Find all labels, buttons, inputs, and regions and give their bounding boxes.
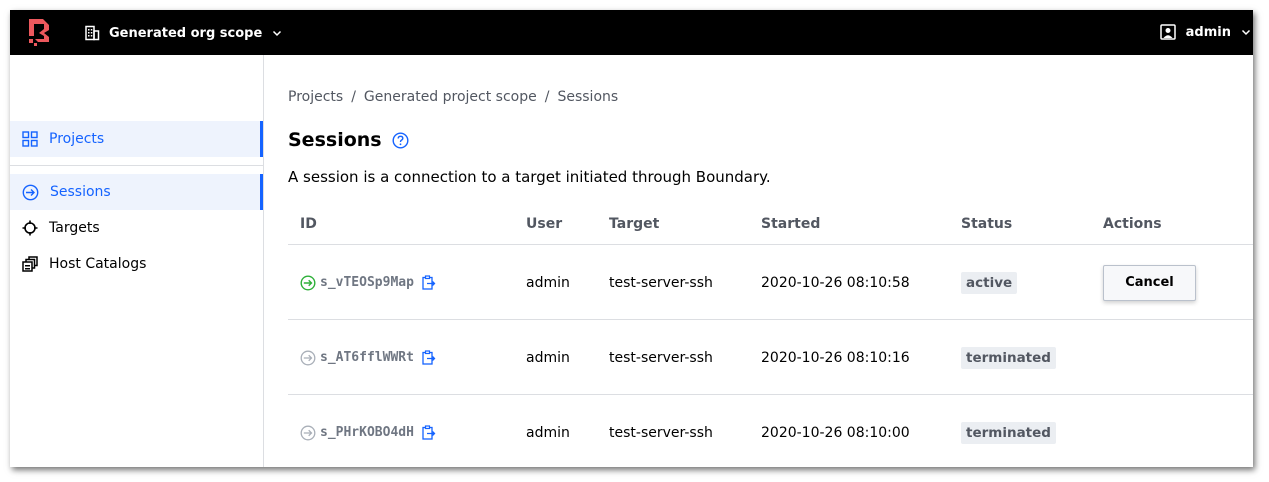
breadcrumb: Projects / Generated project scope / Ses… (288, 89, 618, 105)
status-badge: terminated (961, 346, 1056, 369)
grid-icon (22, 131, 38, 147)
breadcrumb-current: Sessions (557, 89, 619, 105)
table-header: ID User Target Started Status Actions (288, 205, 1253, 245)
table-row: s_PHrKOBO4dH admin test-server-ssh 2020-… (288, 395, 1253, 467)
sidebar-item-host-catalogs[interactable]: Host Catalogs (10, 246, 263, 282)
breadcrumb-separator: / (351, 89, 356, 105)
session-terminated-icon (300, 350, 316, 365)
column-header-id: ID (300, 216, 317, 232)
sidebar-item-label: Targets (49, 220, 100, 236)
column-header-started: Started (761, 216, 821, 232)
host-catalog-icon (22, 256, 38, 272)
started-cell: 2020-10-26 08:10:00 (761, 424, 910, 441)
breadcrumb-separator: / (544, 89, 550, 105)
cancel-session-button[interactable]: Cancel (1103, 264, 1196, 301)
main-content: Projects / Generated project scope / Ses… (265, 55, 1253, 467)
session-id: s_AT6fflWWRt (320, 350, 414, 365)
session-id-cell: s_vTEOSp9Map (300, 245, 436, 320)
sidebar-item-label: Sessions (50, 184, 111, 200)
session-arrow-icon (22, 184, 39, 200)
table-row: s_AT6fflWWRt admin test-server-ssh 2020-… (288, 320, 1253, 395)
top-bar: Generated org scope admin (10, 10, 1253, 55)
target-cell: test-server-ssh (609, 349, 713, 366)
sidebar-item-projects[interactable]: Projects (10, 121, 263, 157)
scope-label: Generated org scope (109, 25, 263, 41)
breadcrumb-link-projects[interactable]: Projects (288, 89, 343, 105)
column-header-actions: Actions (1103, 216, 1162, 232)
page-header: Sessions (288, 129, 409, 151)
session-active-icon (300, 274, 316, 291)
boundary-logo-icon[interactable] (27, 17, 51, 47)
sidebar-item-label: Projects (49, 131, 105, 147)
sidebar-item-targets[interactable]: Targets (10, 210, 263, 246)
started-cell: 2020-10-26 08:10:16 (761, 349, 910, 366)
session-id-cell: s_AT6fflWWRt (300, 320, 436, 395)
target-cell: test-server-ssh (609, 424, 713, 441)
started-cell: 2020-10-26 08:10:58 (761, 274, 910, 291)
session-id: s_vTEOSp9Map (320, 275, 414, 290)
status-badge: active (961, 271, 1018, 294)
session-id: s_PHrKOBO4dH (320, 425, 414, 440)
help-icon[interactable] (392, 131, 409, 149)
sidebar-divider (10, 165, 263, 166)
copy-icon[interactable] (422, 425, 436, 440)
user-icon (1159, 24, 1176, 40)
status-cell: terminated (961, 395, 1056, 467)
user-menu[interactable]: admin (1159, 21, 1251, 43)
column-header-target: Target (609, 216, 660, 232)
app-window: Generated org scope admin Projects Sessi… (10, 10, 1253, 467)
column-header-user: User (526, 216, 563, 232)
session-id-cell: s_PHrKOBO4dH (300, 395, 436, 467)
actions-cell: Cancel (1103, 245, 1196, 320)
user-cell: admin (526, 349, 570, 366)
target-cell: test-server-ssh (609, 274, 713, 291)
breadcrumb-link-project-scope[interactable]: Generated project scope (364, 89, 537, 105)
sidebar-item-label: Host Catalogs (49, 256, 147, 272)
user-cell: admin (526, 424, 570, 441)
column-header-status: Status (961, 216, 1013, 232)
sidebar: Projects Sessions Targets Host Catalogs (10, 55, 264, 467)
copy-icon[interactable] (422, 350, 436, 365)
status-badge: terminated (961, 421, 1056, 444)
sidebar-item-sessions[interactable]: Sessions (10, 174, 263, 210)
chevron-down-icon (273, 30, 282, 37)
status-cell: terminated (961, 320, 1056, 395)
table-row: s_vTEOSp9Map admin test-server-ssh 2020-… (288, 245, 1253, 320)
sessions-table: ID User Target Started Status Actions s_… (288, 205, 1253, 467)
scope-selector[interactable]: Generated org scope (84, 22, 282, 44)
status-cell: active (961, 245, 1018, 320)
chevron-down-icon (1241, 29, 1251, 36)
copy-icon[interactable] (422, 275, 436, 290)
session-terminated-icon (300, 425, 316, 440)
page-description: A session is a connection to a target in… (288, 168, 771, 186)
building-icon (85, 25, 100, 41)
page-title: Sessions (288, 129, 382, 151)
user-cell: admin (526, 274, 570, 291)
user-label: admin (1185, 24, 1231, 40)
crosshair-icon (22, 220, 38, 236)
